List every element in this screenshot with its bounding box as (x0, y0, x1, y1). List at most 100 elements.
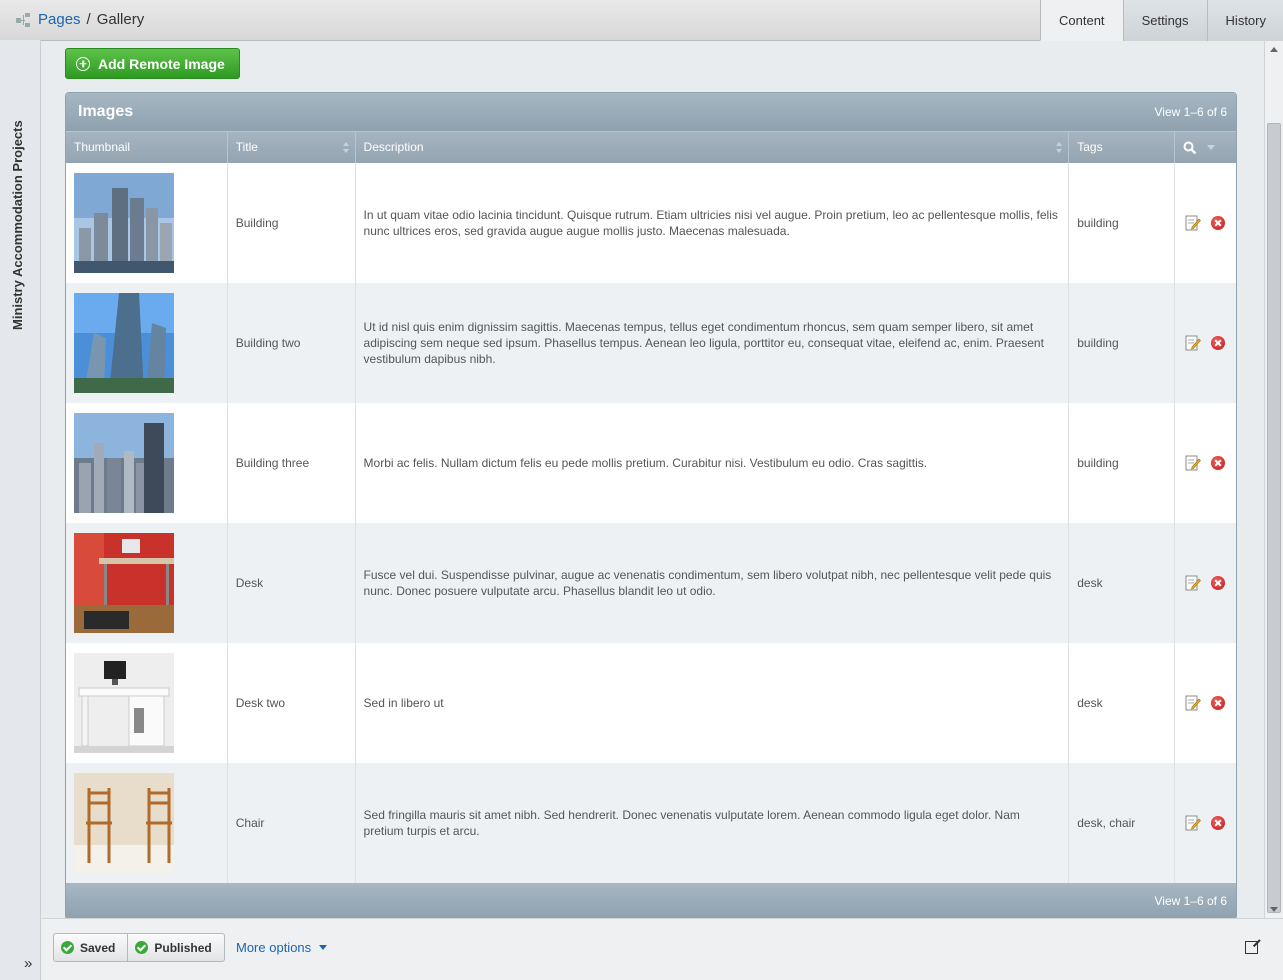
tags-cell: building (1069, 283, 1176, 403)
title-cell: Desk (228, 523, 356, 643)
description-cell: Sed fringilla mauris sit amet nibh. Sed … (356, 763, 1070, 883)
thumbnail-wooden-chairs[interactable] (74, 773, 174, 873)
popout-icon[interactable] (1245, 941, 1258, 954)
published-status[interactable]: Published (127, 934, 223, 961)
check-icon (61, 941, 74, 954)
images-grid: Images View 1–6 of 6 Thumbnail Title Des… (65, 92, 1237, 918)
scroll-down-icon[interactable] (1270, 907, 1278, 912)
delete-icon[interactable] (1211, 456, 1226, 470)
tab-content[interactable]: Content (1040, 0, 1123, 41)
delete-icon[interactable] (1211, 216, 1226, 230)
expand-sidebar-button[interactable]: » (24, 955, 32, 972)
vertical-scrollbar[interactable] (1264, 41, 1283, 918)
plus-circle-icon (76, 56, 90, 71)
thumbnail-red-desk[interactable] (74, 533, 174, 633)
check-icon (135, 941, 149, 954)
table-row: Desk two Sed in libero ut desk (66, 643, 1236, 763)
top-bar: Pages / Gallery Content Settings History (0, 0, 1283, 41)
column-header-title-label: Title (235, 140, 258, 154)
description-cell: Ut id nisl quis enim dignissim sagittis.… (356, 283, 1070, 403)
column-header-description-label: Description (363, 140, 424, 154)
tags-cell: building (1069, 403, 1176, 523)
breadcrumb-separator: / (86, 11, 91, 28)
more-options-button[interactable]: More options (236, 940, 328, 955)
description-cell: Morbi ac felis. Nullam dictum felis eu p… (356, 403, 1070, 523)
grid-footer: View 1–6 of 6 (66, 883, 1236, 918)
search-icon[interactable] (1183, 141, 1197, 155)
thumbnail-cell (66, 643, 228, 763)
actions-cell (1175, 763, 1236, 883)
table-row: Building two Ut id nisl quis enim dignis… (66, 283, 1236, 403)
add-remote-image-button[interactable]: Add Remote Image (65, 48, 240, 79)
grid-view-count: View 1–6 of 6 (1154, 105, 1228, 119)
delete-icon[interactable] (1211, 816, 1226, 830)
column-header-tags[interactable]: Tags (1069, 132, 1176, 163)
table-row: Desk Fusce vel dui. Suspendisse pulvinar… (66, 523, 1236, 643)
thumbnail-glass-tower[interactable] (74, 293, 174, 393)
scrollbar-thumb[interactable] (1267, 123, 1281, 913)
edit-icon[interactable] (1185, 815, 1202, 831)
main-content: Add Remote Image Images View 1–6 of 6 Th… (42, 41, 1264, 918)
grid-caption: Images View 1–6 of 6 (66, 93, 1236, 131)
left-sidebar: Ministry Accommodation Projects » (0, 40, 41, 980)
delete-icon[interactable] (1211, 696, 1226, 710)
breadcrumb: Pages / Gallery (16, 11, 144, 28)
sidebar-title[interactable]: Ministry Accommodation Projects (10, 120, 25, 330)
sitemap-icon (16, 12, 32, 28)
thumbnail-cell (66, 523, 228, 643)
actions-cell (1175, 643, 1236, 763)
title-cell: Desk two (228, 643, 356, 763)
scroll-up-icon[interactable] (1270, 47, 1278, 52)
table-row: Building In ut quam vitae odio lacinia t… (66, 163, 1236, 283)
actions-cell (1175, 523, 1236, 643)
tab-history[interactable]: History (1206, 0, 1283, 41)
saved-label: Saved (80, 940, 116, 955)
tags-cell: desk, chair (1069, 763, 1176, 883)
column-header-search[interactable] (1175, 132, 1236, 163)
sort-arrows-icon (1056, 142, 1063, 154)
tab-settings[interactable]: Settings (1122, 0, 1207, 41)
column-header-thumbnail[interactable]: Thumbnail (66, 132, 228, 163)
title-cell: Building three (228, 403, 356, 523)
edit-icon[interactable] (1185, 575, 1202, 591)
table-row: Building three Morbi ac felis. Nullam di… (66, 403, 1236, 523)
delete-icon[interactable] (1211, 336, 1226, 350)
thumbnail-cell (66, 763, 228, 883)
edit-icon[interactable] (1185, 215, 1202, 231)
tags-cell: desk (1069, 523, 1176, 643)
title-cell: Chair (228, 763, 356, 883)
breadcrumb-current: Gallery (96, 11, 145, 28)
thumbnail-white-desk[interactable] (74, 653, 174, 753)
description-cell: Fusce vel dui. Suspendisse pulvinar, aug… (356, 523, 1070, 643)
delete-icon[interactable] (1211, 576, 1226, 590)
title-cell: Building (228, 163, 356, 283)
published-label: Published (154, 940, 212, 955)
add-remote-image-label: Add Remote Image (98, 55, 225, 72)
thumbnail-cell (66, 403, 228, 523)
thumbnail-skyscrapers[interactable] (74, 173, 174, 273)
title-cell: Building two (228, 283, 356, 403)
edit-icon[interactable] (1185, 335, 1202, 351)
thumbnail-cell (66, 283, 228, 403)
column-header-description[interactable]: Description (356, 132, 1070, 163)
grid-header: Thumbnail Title Description Tags (66, 131, 1236, 163)
grid-view-count-bottom: View 1–6 of 6 (1154, 894, 1228, 908)
breadcrumb-pages-link[interactable]: Pages (38, 11, 81, 28)
description-cell: In ut quam vitae odio lacinia tincidunt.… (356, 163, 1070, 283)
edit-icon[interactable] (1185, 455, 1202, 471)
tab-bar: Content Settings History (1040, 0, 1283, 41)
bottom-bar: Saved Published More options (42, 918, 1283, 980)
actions-cell (1175, 403, 1236, 523)
status-group: Saved Published (53, 933, 225, 962)
grid-title: Images (78, 103, 134, 120)
more-options-label: More options (236, 940, 312, 955)
chevron-down-icon[interactable] (1207, 144, 1216, 151)
sort-arrows-icon (342, 142, 349, 154)
saved-status[interactable]: Saved (54, 934, 127, 961)
tags-cell: desk (1069, 643, 1176, 763)
thumbnail-city-skyline[interactable] (74, 413, 174, 513)
thumbnail-cell (66, 163, 228, 283)
description-cell: Sed in libero ut (356, 643, 1070, 763)
column-header-title[interactable]: Title (228, 132, 356, 163)
edit-icon[interactable] (1185, 695, 1202, 711)
